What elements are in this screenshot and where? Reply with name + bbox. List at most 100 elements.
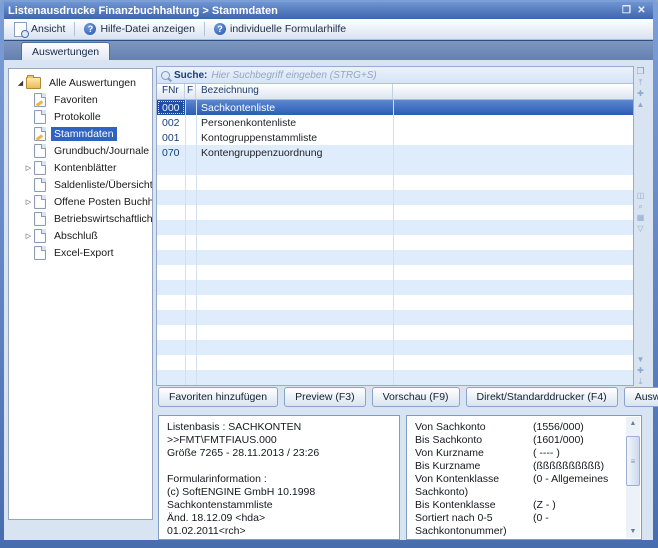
form-help-label: individuelle Formularhilfe xyxy=(230,23,346,35)
empty-row xyxy=(157,325,633,340)
search-bar[interactable]: Suche: Hier Suchbegriff eingeben (STRG+S… xyxy=(157,67,633,84)
empty-row xyxy=(157,265,633,280)
tree-item-kontenblaetter[interactable]: ▷ Kontenblätter xyxy=(9,159,152,176)
range-row: Sachkonto) xyxy=(415,486,623,499)
print-evaluation-button[interactable]: Auswertung drucken xyxy=(624,387,658,407)
tree-collapsed-icon[interactable]: ▷ xyxy=(23,232,34,240)
close-icon[interactable]: ✕ xyxy=(634,4,649,17)
table-row[interactable]: 002 Personenkontenliste xyxy=(157,115,633,130)
page-icon xyxy=(34,246,46,260)
cell-fnr: 002 xyxy=(157,117,185,129)
tree-item-protokolle[interactable]: Protokolle xyxy=(9,108,152,125)
empty-row xyxy=(157,340,633,355)
add-favorites-button[interactable]: Favoriten hinzufügen xyxy=(158,387,278,407)
tree-collapsed-icon[interactable]: ▷ xyxy=(23,198,34,206)
column-divider xyxy=(185,100,186,385)
info-line: Größe 7265 - 28.11.2013 / 23:26 xyxy=(167,447,391,460)
empty-row xyxy=(157,175,633,190)
range-row: Sachkontonummer) xyxy=(415,525,623,538)
page-icon xyxy=(34,110,46,124)
empty-row xyxy=(157,280,633,295)
empty-row xyxy=(157,355,633,370)
help-icon: ? xyxy=(214,23,226,35)
range-info-panel: Von Sachkonto(1556/000) Bis Sachkonto(16… xyxy=(406,415,642,540)
scroll-up-icon[interactable]: ▲ xyxy=(637,100,645,109)
tree-item-stammdaten[interactable]: Stammdaten xyxy=(9,125,152,142)
search-input[interactable]: Hier Suchbegriff eingeben (STRG+S) xyxy=(211,70,376,81)
vorschau-f9-button[interactable]: Vorschau (F9) xyxy=(372,387,460,407)
cell-bezeichnung: Personenkontenliste xyxy=(196,117,393,129)
scroll-bottom-icon[interactable]: ⤓ xyxy=(639,377,643,386)
window-title: Listenausdrucke Finanzbuchhaltung > Stam… xyxy=(8,5,278,17)
table-rows: 000 Sachkontenliste 002 Personenkontenli… xyxy=(157,100,633,385)
filter-icon[interactable]: ▽ xyxy=(637,224,643,233)
tab-auswertungen[interactable]: Auswertungen xyxy=(21,42,110,60)
tree-item-abschluss[interactable]: ▷ Abschluß xyxy=(9,227,152,244)
column-header-bezeichnung[interactable]: Bezeichnung xyxy=(196,84,393,99)
preview-icon xyxy=(14,22,27,37)
info-line: Sachkontenstammliste xyxy=(167,499,391,512)
info-line: Änd. 18.12.09 <hda> xyxy=(167,512,391,525)
tree-expanded-icon[interactable]: ◢ xyxy=(15,79,26,87)
insert-row-icon[interactable]: ✚ xyxy=(637,89,644,98)
scroll-top-icon[interactable]: ⤒ xyxy=(639,78,643,87)
preview-f3-button[interactable]: Preview (F3) xyxy=(284,387,366,407)
table-row[interactable]: 000 Sachkontenliste xyxy=(157,100,633,115)
direct-printer-f4-button[interactable]: Direkt/Standarddrucker (F4) xyxy=(466,387,618,407)
page-icon xyxy=(34,178,46,192)
search-icon xyxy=(161,71,170,80)
range-row: Bis Sachkonto(1601/000) xyxy=(415,434,623,447)
ansicht-label: Ansicht xyxy=(31,23,65,35)
form-list: Suche: Hier Suchbegriff eingeben (STRG+S… xyxy=(156,66,634,386)
tree-item-favoriten[interactable]: Favoriten xyxy=(9,91,152,108)
range-row: Von Kontenklasse(0 - Allgemeines xyxy=(415,473,623,486)
tree-item-grundbuch-journale[interactable]: Grundbuch/Journale xyxy=(9,142,152,159)
range-row: Sortiert nach 0-5(0 - xyxy=(415,512,623,525)
mark-icon[interactable]: ▦ xyxy=(637,213,645,222)
page-edit-icon xyxy=(34,93,46,107)
empty-row xyxy=(157,205,633,220)
tab-strip: Auswertungen xyxy=(4,40,653,60)
empty-row xyxy=(157,235,633,250)
range-row: Von Sachkonto(1556/000) xyxy=(415,421,623,434)
empty-row xyxy=(157,295,633,310)
cell-fnr: 000 xyxy=(157,100,185,115)
scroll-down-icon[interactable]: ▼ xyxy=(626,525,640,538)
tree-item-offene-posten[interactable]: ▷ Offene Posten Buchhaltung xyxy=(9,193,152,210)
cell-bezeichnung: Sachkontenliste xyxy=(196,102,393,114)
empty-row xyxy=(157,250,633,265)
tree-collapsed-icon[interactable]: ▷ xyxy=(23,164,34,172)
table-row[interactable]: 001 Kontogruppenstammliste xyxy=(157,130,633,145)
column-header-f[interactable]: F xyxy=(185,84,196,99)
split-view-icon[interactable]: ◫ xyxy=(637,191,645,200)
info-line: (c) SoftENGINE GmbH 10.1998 xyxy=(167,486,391,499)
tree-item-alle-auswertungen[interactable]: ◢ Alle Auswertungen xyxy=(9,74,152,91)
table-row[interactable]: 070 Kontengruppenzuordnung xyxy=(157,145,633,160)
tree-item-betriebswirtschaftliche[interactable]: Betriebswirtschaftliche Auswertungen xyxy=(9,210,152,227)
tree-item-excel-export[interactable]: Excel-Export xyxy=(9,244,152,261)
page-icon xyxy=(34,144,46,158)
cell-fnr: 070 xyxy=(157,147,185,159)
scroll-down-icon[interactable]: ▼ xyxy=(637,355,645,364)
ansicht-button[interactable]: Ansicht xyxy=(8,21,71,38)
action-button-row: Favoriten hinzufügen Preview (F3) Vorsch… xyxy=(158,387,658,407)
page-icon xyxy=(34,161,46,175)
append-row-icon[interactable]: ✚ xyxy=(637,366,644,375)
info-line xyxy=(167,460,391,473)
cell-fnr: 001 xyxy=(157,132,185,144)
column-options-icon[interactable]: ❐ xyxy=(636,67,644,76)
list-info-panel: Listenbasis : SACHKONTEN >>FMT\FMTFIAUS.… xyxy=(158,415,400,540)
tree-item-saldenliste[interactable]: Saldenliste/Übersicht xyxy=(9,176,152,193)
page-icon xyxy=(34,195,46,209)
help-icon: ? xyxy=(84,23,96,35)
folder-icon xyxy=(26,77,41,89)
scrollbar[interactable]: ▲ ≡ ▼ xyxy=(626,417,640,538)
cell-bezeichnung: Kontogruppenstammliste xyxy=(196,132,393,144)
zoom-icon[interactable]: ⌕ xyxy=(638,202,642,211)
column-header-fnr[interactable]: FNr xyxy=(157,84,185,99)
help-file-button[interactable]: ? Hilfe-Datei anzeigen xyxy=(78,22,201,36)
scrollbar-thumb[interactable]: ≡ xyxy=(626,436,640,486)
form-help-button[interactable]: ? individuelle Formularhilfe xyxy=(208,22,352,36)
scroll-up-icon[interactable]: ▲ xyxy=(626,417,640,430)
restore-icon[interactable]: ❐ xyxy=(619,4,634,17)
